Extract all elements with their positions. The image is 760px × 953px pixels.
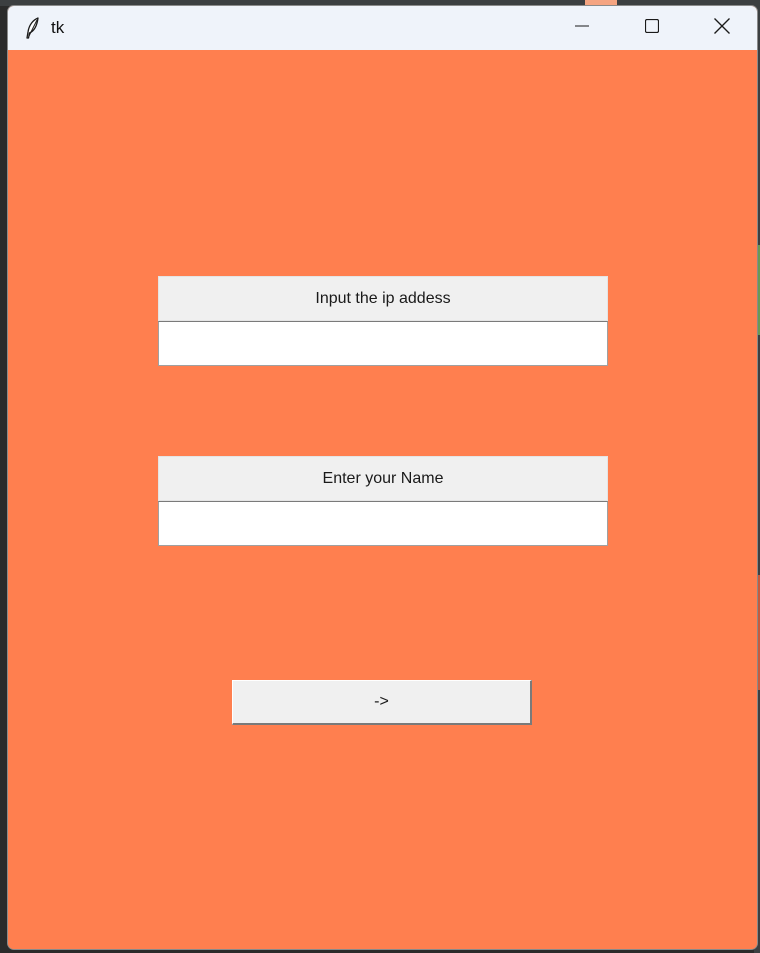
tk-window: tk Input the ip addess Enter your Name -… — [7, 5, 758, 950]
feather-icon — [23, 17, 43, 39]
ip-address-label: Input the ip addess — [158, 276, 608, 321]
ip-address-group: Input the ip addess — [158, 276, 608, 366]
title-bar[interactable]: tk — [8, 6, 757, 50]
name-group: Enter your Name — [158, 456, 608, 546]
client-area: Input the ip addess Enter your Name -> — [8, 50, 757, 949]
name-input[interactable] — [158, 501, 608, 546]
maximize-button[interactable] — [617, 6, 687, 50]
ip-address-input[interactable] — [158, 321, 608, 366]
minimize-button[interactable] — [547, 6, 617, 50]
window-title: tk — [51, 18, 65, 37]
minimize-icon — [575, 19, 589, 38]
close-button[interactable] — [687, 6, 757, 50]
window-controls — [547, 6, 757, 50]
submit-button[interactable]: -> — [232, 680, 532, 725]
name-label: Enter your Name — [158, 456, 608, 501]
maximize-icon — [644, 18, 660, 38]
close-icon — [714, 17, 730, 39]
